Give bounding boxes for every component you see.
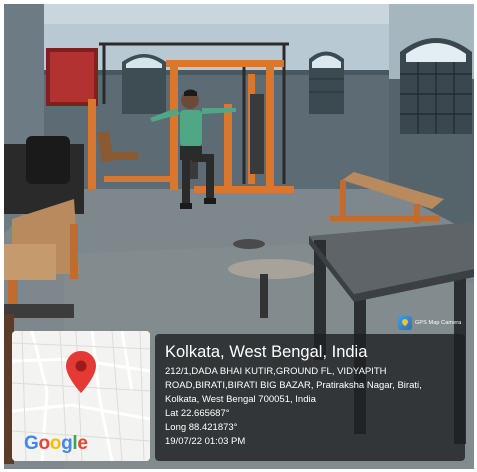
gps-map-camera-badge: GPS Map Camera [398,316,461,330]
timestamp: 19/07/22 01:03 PM [165,436,246,447]
google-logo: Google [24,433,88,454]
app-name: GPS Map Camera [415,320,462,326]
address-line-2: ROAD,BIRATI,BIRATI BIG BAZAR, Pratiraksh… [165,380,422,391]
window-mid [309,51,344,114]
address-line-3: Kolkata, West Bengal 700051, India [165,394,316,405]
location-info-panel: Kolkata, West Bengal, India 212/1,DADA B… [155,334,465,461]
window-right [400,38,472,134]
longitude: Long 88.421873° [165,422,238,433]
map-thumbnail: Google [12,331,150,461]
location-title: Kolkata, West Bengal, India [165,343,368,361]
latitude: Lat 22.665687° [165,408,230,419]
window-left [122,54,166,114]
address-line-1: 212/1,DADA BHAI KUTIR,GROUND FL, VIDYAPI… [165,366,387,377]
location-pin-icon [66,351,96,393]
gps-map-camera-logo-icon [398,316,412,330]
